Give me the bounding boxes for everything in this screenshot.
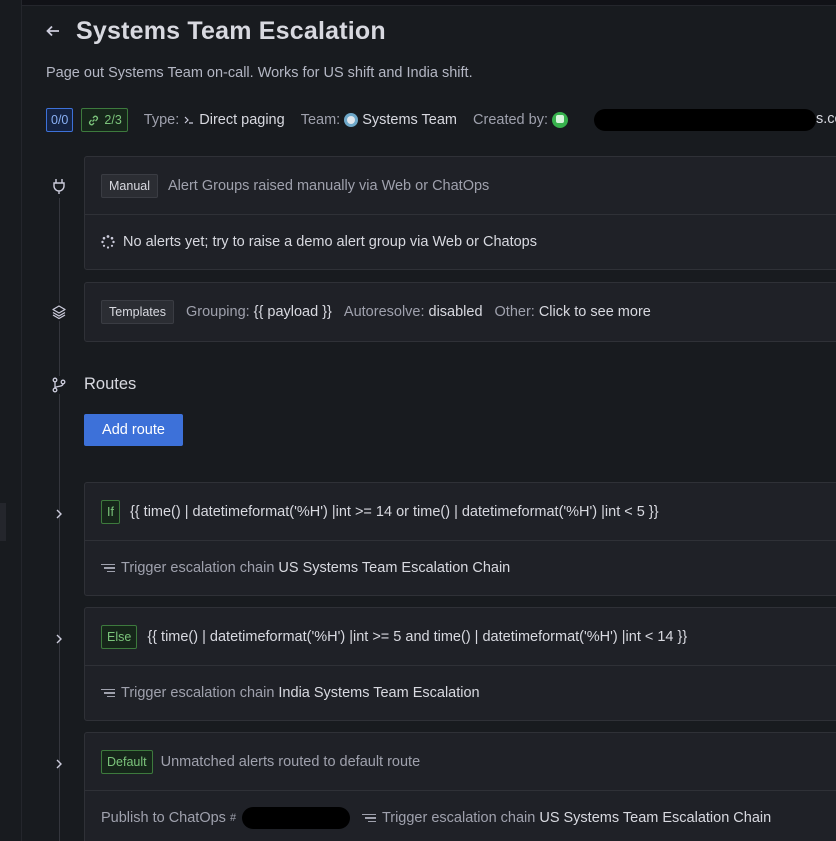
spinner-icon — [101, 235, 115, 249]
trigger-label: Trigger escalation chain — [121, 560, 275, 576]
route-condition: {{ time() | datetimeformat('%H') |int >=… — [147, 628, 688, 645]
list-icon — [361, 813, 376, 823]
grouping-value: {{ payload }} — [253, 304, 332, 320]
team-label: Team: — [300, 112, 341, 128]
integration-meta: 0/0 2/3 Type: Direct paging Team: System… — [46, 108, 568, 132]
list-icon — [101, 688, 115, 698]
chevron-right-icon[interactable] — [52, 757, 66, 771]
trigger-label: Trigger escalation chain — [381, 810, 536, 826]
manual-integration-card: Manual Alert Groups raised manually via … — [84, 156, 836, 270]
templates-card-header: Templates Grouping: {{ payload }} Autore… — [85, 283, 836, 341]
page-description: Page out Systems Team on-call. Works for… — [46, 65, 473, 81]
route-condition: {{ time() | datetimeformat('%H') |int >=… — [129, 503, 659, 520]
other-value-link[interactable]: Click to see more — [539, 304, 651, 320]
connections-count: 2/3 — [104, 113, 122, 127]
redacted-creator — [594, 109, 816, 131]
creator-name-tail: s.co — [816, 111, 836, 127]
route-card-default[interactable]: Default Unmatched alerts routed to defau… — [84, 732, 836, 841]
sidebar-handle[interactable] — [0, 503, 6, 541]
page-title: Systems Team Escalation — [76, 16, 386, 45]
route-else-tag: Else — [101, 624, 138, 649]
route-default-tag: Default — [101, 749, 153, 774]
autoresolve-label: Autoresolve: — [343, 304, 425, 320]
team-value: Systems Team — [344, 112, 457, 128]
link-icon — [89, 115, 99, 125]
other-label: Other: — [494, 304, 535, 320]
alerts-count-badge[interactable]: 0/0 — [46, 108, 74, 132]
manual-card-body: No alerts yet; try to raise a demo alert… — [85, 215, 836, 269]
list-icon — [101, 563, 115, 573]
top-bar — [22, 0, 836, 6]
no-alerts-message: No alerts yet; try to raise a demo alert… — [123, 234, 537, 250]
chevron-right-icon[interactable] — [52, 632, 66, 646]
route-body: Trigger escalation chain India Systems T… — [85, 666, 836, 720]
type-label: Type: — [143, 112, 180, 128]
team-icon — [344, 113, 359, 127]
escalation-chain-name[interactable]: US Systems Team Escalation Chain — [539, 810, 771, 826]
route-header: If {{ time() | datetimeformat('%H') |int… — [85, 483, 836, 541]
team-value-text: Systems Team — [362, 112, 458, 128]
branch-icon — [50, 376, 68, 394]
routes-title: Routes — [84, 375, 137, 393]
grouping-label: Grouping: — [185, 304, 250, 320]
route-card-else[interactable]: Else {{ time() | datetimeformat('%H') |i… — [84, 607, 836, 721]
escalation-chain-name[interactable]: US Systems Team Escalation Chain — [278, 560, 510, 576]
back-arrow-icon[interactable] — [46, 16, 70, 46]
left-sidebar — [0, 0, 22, 841]
type-value-text: Direct paging — [199, 112, 285, 128]
layers-icon — [50, 303, 68, 321]
manual-card-header: Manual Alert Groups raised manually via … — [85, 157, 836, 215]
templates-tag: Templates — [101, 300, 174, 324]
route-header: Default Unmatched alerts routed to defau… — [85, 733, 836, 791]
chevron-right-icon[interactable] — [52, 507, 66, 521]
add-route-button[interactable]: Add route — [84, 414, 183, 446]
connections-badge[interactable]: 2/3 — [81, 108, 128, 132]
templates-card[interactable]: Templates Grouping: {{ payload }} Autore… — [84, 282, 836, 342]
route-body: Publish to ChatOps # Trigger escalation … — [85, 791, 836, 841]
route-body: Trigger escalation chain US Systems Team… — [85, 541, 836, 595]
plug-icon — [50, 177, 68, 195]
manual-description: Alert Groups raised manually via Web or … — [168, 177, 490, 194]
manual-tag: Manual — [101, 173, 158, 198]
creator-avatar — [551, 112, 568, 128]
main-content: Systems Team Escalation Page out Systems… — [22, 0, 836, 841]
route-header: Else {{ time() | datetimeformat('%H') |i… — [85, 608, 836, 666]
publish-label: Publish to ChatOps — [101, 810, 226, 826]
slack-icon: # — [229, 812, 237, 824]
escalation-chain-name[interactable]: India Systems Team Escalation — [278, 685, 479, 701]
type-icon — [184, 116, 194, 124]
trigger-label: Trigger escalation chain — [121, 685, 275, 701]
route-if-tag: If — [101, 499, 120, 524]
route-condition: Unmatched alerts routed to default route — [160, 753, 421, 770]
route-card-if[interactable]: If {{ time() | datetimeformat('%H') |int… — [84, 482, 836, 596]
page-header: Systems Team Escalation — [46, 16, 386, 46]
type-value: Direct paging — [183, 112, 285, 128]
redacted-channel — [241, 807, 350, 829]
autoresolve-value: disabled — [428, 304, 483, 320]
created-by-label: Created by: — [473, 112, 548, 128]
